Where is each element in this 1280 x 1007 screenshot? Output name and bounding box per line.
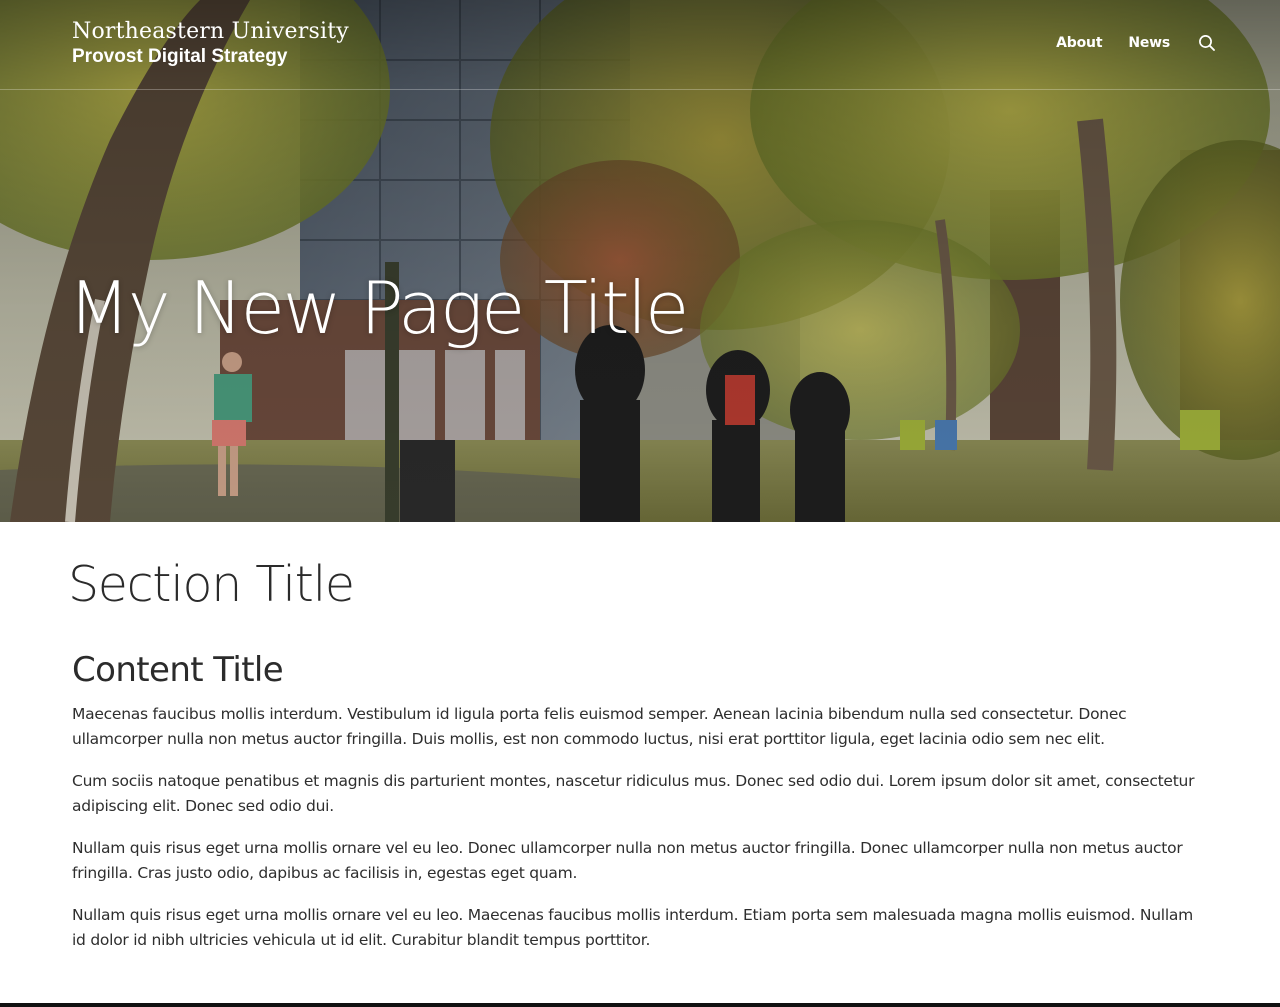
body-paragraph: Nullam quis risus eget urna mollis ornar… bbox=[72, 839, 1183, 882]
nav-link-about[interactable]: About bbox=[1056, 35, 1102, 51]
logo-university-name: Northeastern University bbox=[72, 19, 349, 44]
content-body: Maecenas faucibus mollis interdum. Vesti… bbox=[72, 702, 1202, 970]
section-title: Section Title bbox=[68, 556, 355, 613]
body-paragraph: Cum sociis natoque penatibus et magnis d… bbox=[72, 772, 1195, 815]
site-header: Northeastern University Provost Digital … bbox=[0, 0, 1280, 90]
main-navigation: About News bbox=[1030, 34, 1216, 52]
page-title: My New Page Title bbox=[68, 266, 689, 350]
footer-edge-bar bbox=[0, 1003, 1280, 1007]
body-paragraph: Nullam quis risus eget urna mollis ornar… bbox=[72, 906, 1193, 949]
search-icon[interactable] bbox=[1198, 34, 1216, 52]
site-logo[interactable]: Northeastern University Provost Digital … bbox=[72, 19, 349, 69]
nav-link-news[interactable]: News bbox=[1128, 35, 1170, 51]
logo-unit-name: Provost Digital Strategy bbox=[72, 46, 288, 67]
body-paragraph: Maecenas faucibus mollis interdum. Vesti… bbox=[72, 705, 1127, 748]
hero-banner: Northeastern University Provost Digital … bbox=[0, 0, 1280, 522]
content-title: Content Title bbox=[72, 650, 284, 690]
